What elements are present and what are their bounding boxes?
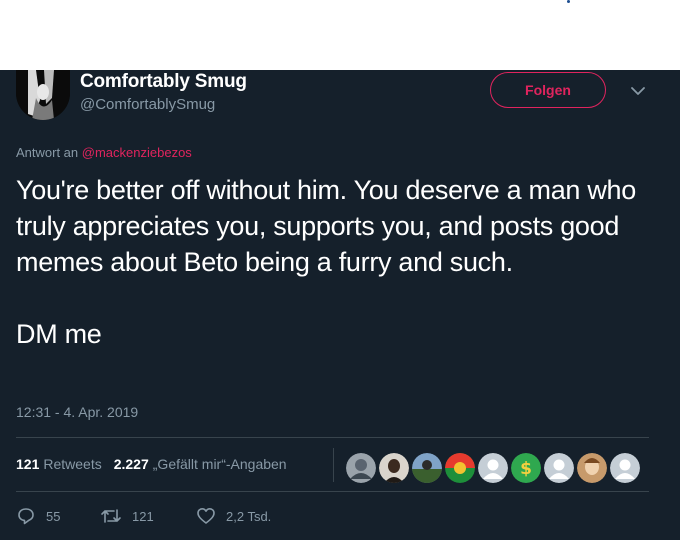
liker-avatar-icon[interactable] (379, 453, 409, 483)
reply-icon (18, 508, 34, 525)
tweet-paragraph: You're better off without him. You deser… (16, 175, 636, 277)
liker-avatar-icon[interactable] (412, 453, 442, 483)
follow-button[interactable]: Folgen (490, 72, 606, 108)
page-top-area (0, 0, 680, 70)
tweet-card: Comfortably Smug @ComfortablySmug Folgen… (0, 70, 680, 540)
reply-button[interactable]: 55 (16, 506, 100, 526)
liker-avatars: $ (346, 453, 640, 483)
user-handle[interactable]: @ComfortablySmug (80, 96, 215, 114)
tweet-stats: 121 Retweets 2.227 „Gefällt mir“-Angaben (16, 456, 287, 472)
retweet-icon (101, 509, 121, 523)
display-name[interactable]: Comfortably Smug (80, 71, 247, 93)
dollar-avatar-icon[interactable]: $ (511, 453, 541, 483)
heart-icon (197, 508, 215, 524)
reply-context: Antwort an @mackenziebezos (16, 145, 192, 160)
retweets-label[interactable]: Retweets (43, 456, 101, 472)
svg-text:$: $ (520, 459, 532, 479)
default-avatar-icon[interactable] (478, 453, 508, 483)
divider (16, 491, 649, 492)
like-button[interactable]: 2,2 Tsd. (196, 506, 271, 526)
reply-prefix: Antwort an (16, 145, 79, 160)
liker-avatar-icon[interactable] (445, 453, 475, 483)
retweet-count: 121 (132, 508, 154, 524)
tweet-timestamp[interactable]: 12:31 - 4. Apr. 2019 (16, 404, 138, 420)
user-avatar[interactable] (16, 70, 70, 120)
chevron-down-icon[interactable] (630, 86, 646, 96)
reply-count: 55 (46, 508, 61, 524)
likes-label[interactable]: „Gefällt mir“-Angaben (153, 456, 287, 472)
liker-avatar-icon[interactable] (346, 453, 376, 483)
likes-count[interactable]: 2.227 (114, 456, 149, 472)
liker-avatar-icon[interactable] (577, 453, 607, 483)
tweet-actions: 55 121 2,2 Tsd. (16, 506, 271, 526)
default-avatar-icon[interactable] (544, 453, 574, 483)
page-dot (567, 0, 570, 3)
retweets-count[interactable]: 121 (16, 456, 39, 472)
tweet-text: You're better off without him. You deser… (16, 172, 656, 352)
stats-separator (333, 448, 334, 482)
default-avatar-icon[interactable] (610, 453, 640, 483)
reply-mention-link[interactable]: @mackenziebezos (82, 145, 192, 160)
retweet-button[interactable]: 121 (100, 506, 196, 526)
divider (16, 437, 649, 438)
tweet-paragraph: DM me (16, 319, 102, 349)
avatar-photo-icon (16, 70, 70, 120)
like-count: 2,2 Tsd. (226, 508, 272, 524)
